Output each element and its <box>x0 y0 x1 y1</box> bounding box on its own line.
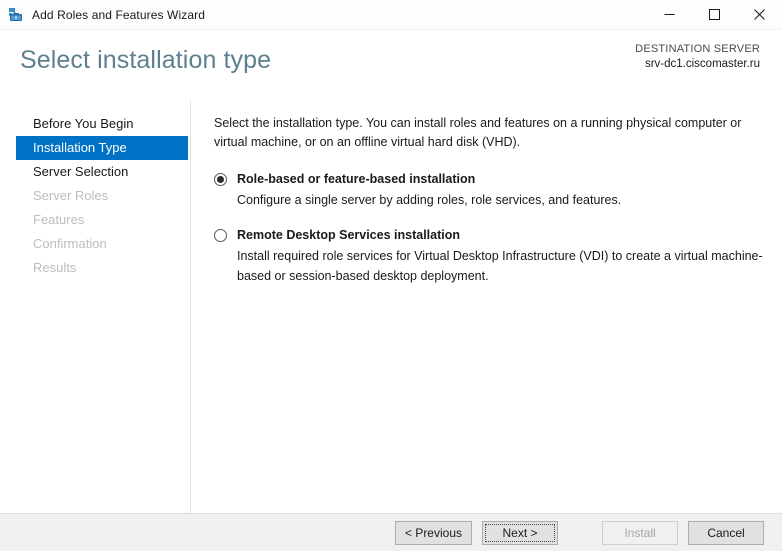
cancel-button[interactable]: Cancel <box>688 521 764 545</box>
nav-item-server-selection[interactable]: Server Selection <box>16 160 188 184</box>
radio-remote-desktop-services[interactable] <box>214 229 227 242</box>
window-title: Add Roles and Features Wizard <box>32 8 205 22</box>
nav-item-confirmation: Confirmation <box>16 232 188 256</box>
nav-item-server-roles: Server Roles <box>16 184 188 208</box>
option-remote-desktop-services[interactable]: Remote Desktop Services installation Ins… <box>214 226 764 286</box>
page-title: Select installation type <box>20 46 271 75</box>
nav-item-results: Results <box>16 256 188 280</box>
option-remote-desktop-services-description: Install required role services for Virtu… <box>237 247 764 286</box>
option-role-based[interactable]: Role-based or feature-based installation… <box>214 170 764 211</box>
intro-text: Select the installation type. You can in… <box>214 114 762 153</box>
wizard-body: Before You Begin Installation Type Serve… <box>0 100 782 513</box>
wizard-navigation: Before You Begin Installation Type Serve… <box>0 100 191 513</box>
title-bar: Add Roles and Features Wizard <box>0 0 782 30</box>
window-controls <box>647 0 782 29</box>
server-roles-icon <box>8 7 24 23</box>
option-role-based-title: Role-based or feature-based installation <box>237 170 764 188</box>
destination-server-block: DESTINATION SERVER srv-dc1.ciscomaster.r… <box>635 42 760 72</box>
add-roles-wizard-window: Add Roles and Features Wizard Selec <box>0 0 782 551</box>
previous-button[interactable]: < Previous <box>395 521 472 545</box>
wizard-footer: < Previous Next > Install Cancel <box>0 513 782 551</box>
destination-server-label: DESTINATION SERVER <box>635 42 760 57</box>
minimize-icon[interactable] <box>647 0 692 29</box>
wizard-content: Select the installation type. You can in… <box>191 100 782 513</box>
nav-item-before-you-begin[interactable]: Before You Begin <box>16 112 188 136</box>
destination-server-name: srv-dc1.ciscomaster.ru <box>635 57 760 73</box>
option-remote-desktop-services-title: Remote Desktop Services installation <box>237 226 764 244</box>
next-button[interactable]: Next > <box>482 521 558 545</box>
install-button: Install <box>602 521 678 545</box>
close-icon[interactable] <box>737 0 782 29</box>
option-role-based-description: Configure a single server by adding role… <box>237 191 764 210</box>
maximize-icon[interactable] <box>692 0 737 29</box>
nav-item-installation-type[interactable]: Installation Type <box>16 136 188 160</box>
radio-role-based[interactable] <box>214 173 227 186</box>
page-header: Select installation type DESTINATION SER… <box>0 30 782 100</box>
nav-item-features: Features <box>16 208 188 232</box>
